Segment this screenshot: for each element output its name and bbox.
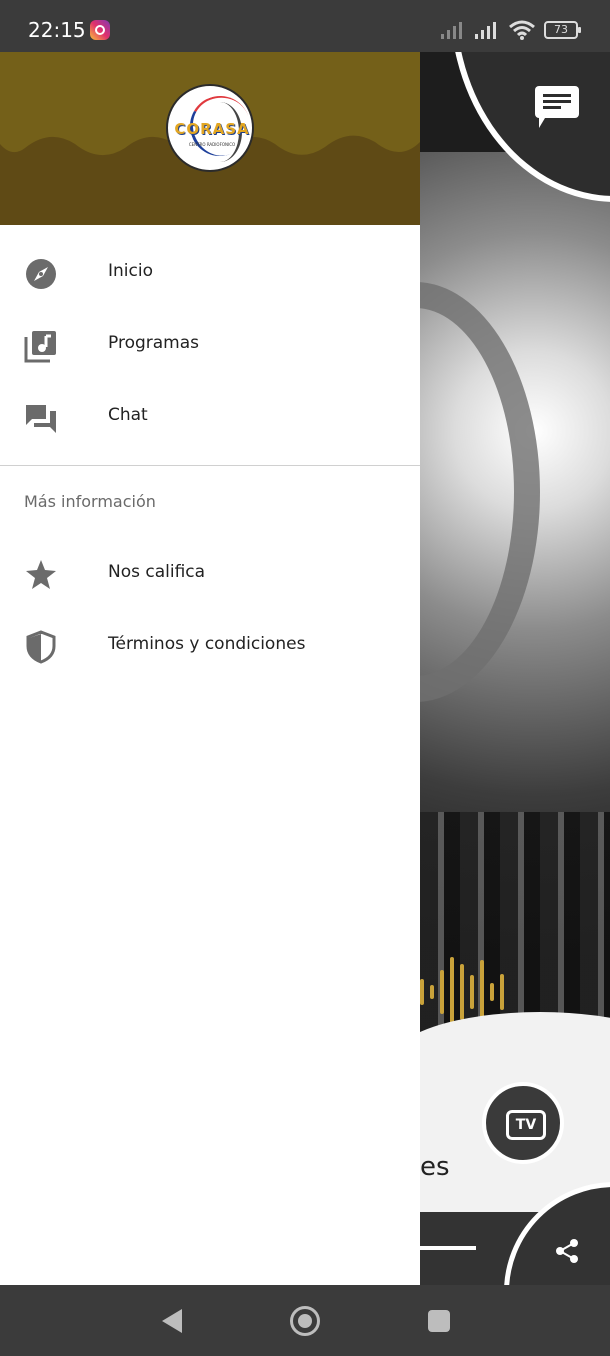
background-title-fragment: es (420, 1152, 450, 1182)
menu-label-terminos: Términos y condiciones (108, 634, 306, 654)
menu-item-terminos[interactable]: Términos y condiciones (0, 610, 420, 682)
status-bar: 22:15 73 (0, 0, 610, 52)
star-icon (26, 560, 56, 589)
chat-icon[interactable] (535, 86, 579, 128)
app-logo: CORASA CENTRO RADIOFONICO (166, 84, 254, 172)
signal-icon (475, 22, 496, 39)
back-icon[interactable] (162, 1309, 182, 1333)
menu-label-inicio: Inicio (108, 261, 153, 281)
menu-item-nos-califica[interactable]: Nos califica (0, 538, 420, 610)
battery-icon: 73 (544, 21, 581, 39)
music-library-icon (24, 331, 56, 363)
logo-text: CORASA (174, 120, 250, 138)
menu-item-inicio[interactable]: Inicio (0, 237, 420, 309)
menu-label-nos-califica: Nos califica (108, 562, 206, 582)
status-time: 22:15 (28, 18, 86, 42)
signal-icon (441, 22, 462, 39)
section-title-more-info: Más información (24, 492, 156, 511)
menu-label-chat: Chat (108, 405, 148, 425)
menu-label-programas: Programas (108, 333, 200, 353)
drawer-divider (0, 465, 420, 466)
system-nav-bar (0, 1285, 610, 1356)
home-icon[interactable] (290, 1306, 320, 1336)
drawer-header: CORASA CENTRO RADIOFONICO (0, 52, 420, 225)
tv-icon: TV (506, 1110, 546, 1140)
navigation-drawer: CORASA CENTRO RADIOFONICO Inicio Program… (0, 52, 420, 1285)
share-icon[interactable] (554, 1238, 580, 1264)
screen: 22:15 73 es TV CORASA CENTRO RADIOFONICO… (0, 0, 610, 1356)
shield-icon (26, 630, 56, 664)
background-app: es TV (420, 52, 610, 1285)
logo-subtext: CENTRO RADIOFONICO (188, 142, 236, 147)
compass-icon (26, 259, 56, 289)
menu-item-chat[interactable]: Chat (0, 381, 420, 453)
wifi-icon (509, 20, 535, 40)
forum-icon (26, 405, 56, 433)
recent-apps-icon[interactable] (428, 1310, 450, 1332)
player-progress-line (420, 1246, 476, 1250)
menu-item-programas[interactable]: Programas (0, 309, 420, 381)
status-icons: 73 (440, 18, 581, 42)
instagram-icon (90, 20, 110, 40)
tv-button[interactable]: TV (482, 1082, 564, 1164)
